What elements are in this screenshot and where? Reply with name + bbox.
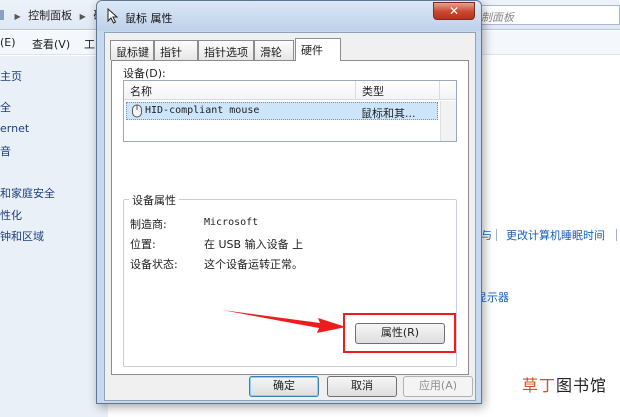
dialog-title: 鼠标 属性 xyxy=(125,12,173,25)
title-bar[interactable]: 鼠标 属性 ✕ xyxy=(97,1,481,31)
manufacturer-label: 制造商: xyxy=(130,218,167,231)
device-list-scrollbar[interactable] xyxy=(440,101,456,141)
manufacturer-value: Microsoft xyxy=(204,217,259,228)
sidebar-link[interactable]: 主页 xyxy=(0,68,22,84)
device-type: 鼠标和其... xyxy=(361,107,416,120)
menu-view[interactable]: 查看(V) xyxy=(32,36,70,52)
sidebar-link[interactable]: 性化 xyxy=(0,207,22,223)
folder-icon xyxy=(0,10,4,20)
device-name: HID-compliant mouse xyxy=(145,105,260,116)
link-change-sleep-time[interactable]: 更改计算机睡眠时间 xyxy=(506,227,605,243)
location-value: 在 USB 输入设备 上 xyxy=(204,238,304,251)
sidebar-link[interactable]: 钟和区域 xyxy=(0,228,44,244)
apply-button[interactable]: 应用(A) xyxy=(403,376,473,397)
sidebar-link[interactable]: ernet xyxy=(0,122,29,135)
table-row[interactable]: HID-compliant mouse 鼠标和其... xyxy=(126,102,438,120)
breadcrumb[interactable]: ▶ 控制面板 ▶ 硬 xyxy=(0,7,104,23)
search-input[interactable]: 制面板 xyxy=(474,5,620,25)
column-header-filler xyxy=(440,81,456,100)
column-header-type[interactable]: 类型 xyxy=(356,81,440,100)
watermark: 草丁图书馆 xyxy=(522,372,607,396)
link-separator xyxy=(496,229,497,241)
menu-tools[interactable]: 工 xyxy=(84,36,95,52)
ok-button[interactable]: 确定 xyxy=(249,376,319,397)
chevron-right-icon: ▶ xyxy=(14,12,21,21)
search-placeholder: 制面板 xyxy=(481,11,514,24)
breadcrumb-item-control-panel[interactable]: 控制面板 xyxy=(28,9,72,22)
chevron-right-icon: ▶ xyxy=(79,12,86,21)
menu-edit[interactable]: (E) xyxy=(0,36,16,49)
tab-wheel[interactable]: 滑轮 xyxy=(254,40,294,60)
link-partial[interactable]: 与 xyxy=(481,227,492,243)
arrow-cursor-icon xyxy=(107,8,119,24)
link-separator xyxy=(616,229,617,241)
sidebar-link[interactable]: 和家庭安全 xyxy=(0,185,55,201)
device-list[interactable]: 名称 类型 HID-compliant mouse 鼠标和其... xyxy=(123,80,457,142)
tab-pointers[interactable]: 指针 xyxy=(154,40,198,60)
watermark-text: 图书馆 xyxy=(556,376,608,395)
device-status-label: 设备状态: xyxy=(130,258,178,271)
sidebar-link[interactable]: 全 xyxy=(0,99,11,115)
devices-label: 设备(D): xyxy=(123,67,166,80)
background-sidebar: 主页 全 ernet 音 和家庭安全 性化 钟和区域 xyxy=(0,56,108,417)
close-icon: ✕ xyxy=(448,4,460,18)
column-header-name[interactable]: 名称 xyxy=(124,81,356,100)
sidebar-link[interactable]: 音 xyxy=(0,143,11,159)
watermark-accent: 草丁 xyxy=(522,376,557,395)
cancel-button[interactable]: 取消 xyxy=(327,376,397,397)
tab-hardware[interactable]: 硬件 xyxy=(295,38,341,61)
mouse-icon xyxy=(132,104,142,118)
location-label: 位置: xyxy=(130,238,156,251)
tab-pointer-options[interactable]: 指针选项 xyxy=(198,40,254,60)
device-status-value: 这个设备运转正常。 xyxy=(204,258,303,271)
red-arrow-icon xyxy=(222,310,346,333)
highlight-box xyxy=(343,313,456,353)
device-properties-title: 设备属性 xyxy=(129,192,179,208)
tab-mouse-buttons[interactable]: 鼠标键 xyxy=(110,40,154,60)
close-button[interactable]: ✕ xyxy=(433,2,475,20)
